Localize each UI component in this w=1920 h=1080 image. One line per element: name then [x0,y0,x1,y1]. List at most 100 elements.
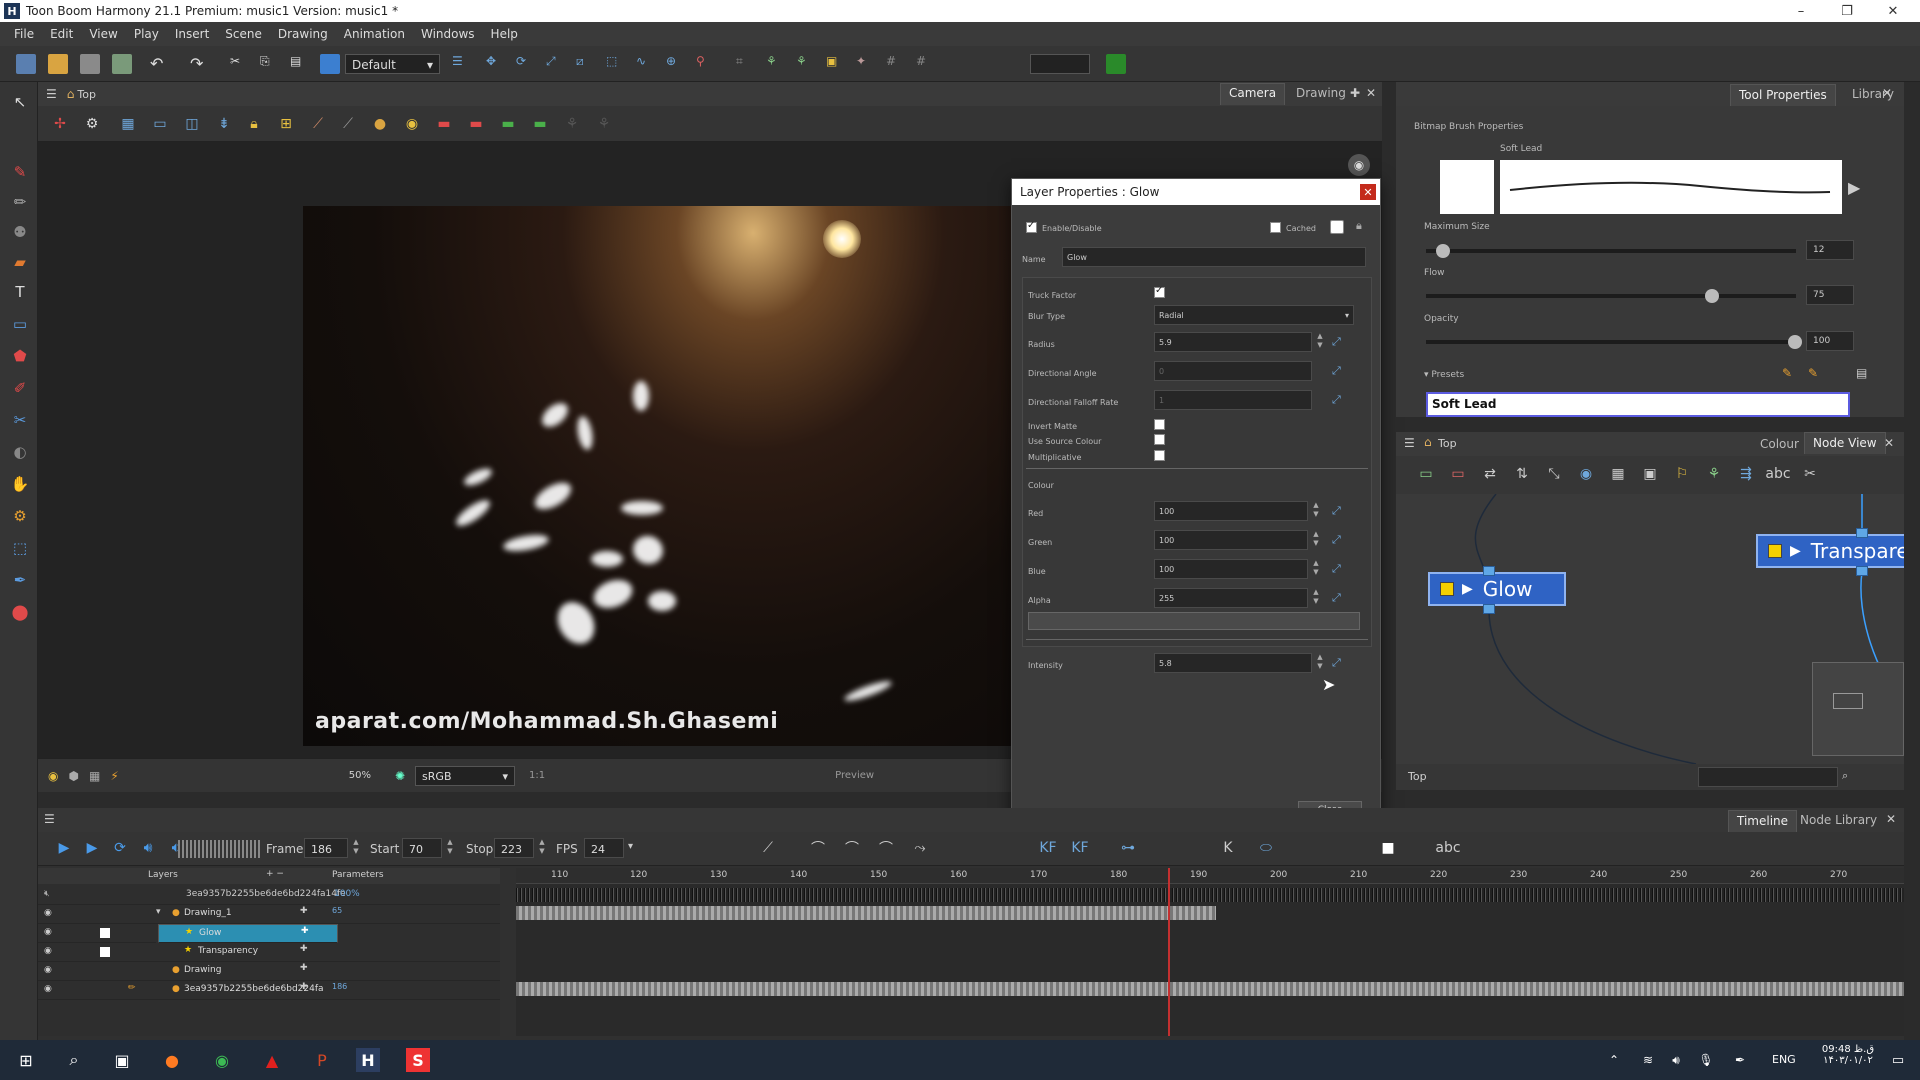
pivot-icon[interactable]: ⊕ [666,54,686,74]
red-field[interactable]: 100 [1154,501,1308,521]
line-tool-icon[interactable]: ⟋ [758,838,778,858]
chrome-icon[interactable]: ◉ [210,1048,234,1072]
name-field[interactable]: Glow [1062,247,1366,267]
disabled-tool-icon[interactable]: ⚘ [562,114,582,134]
opacity-slider[interactable] [1426,335,1802,349]
presets-toggle[interactable]: ▾ Presets [1424,370,1464,380]
pen-tool-icon[interactable]: ✒ [10,570,30,590]
intensity-spinner[interactable]: ▲ ▼ [1314,653,1326,673]
node-tool11-icon[interactable]: ⇶ [1736,464,1756,484]
blue-function-icon[interactable]: ⤢ [1332,562,1346,576]
panel-menu-icon[interactable]: ☰ [44,812,55,826]
stop-field[interactable]: 223 [494,838,534,858]
menu-scene[interactable]: Scene [217,27,270,41]
toolbar-dropdown[interactable] [1030,54,1090,74]
glow-input-port[interactable] [1483,566,1495,576]
node-tool9-icon[interactable]: ⚐ [1672,464,1692,484]
skew-icon[interactable]: ⧄ [576,54,596,74]
blue-spinner[interactable]: ▲ ▼ [1310,559,1322,579]
radius-field[interactable]: 5.9 [1154,332,1312,352]
anchor-icon[interactable]: ✦ [856,54,876,74]
clock[interactable]: 09:48 ق.ظ ۱۴۰۳/۰۱/۰۲ [1808,1044,1888,1066]
hierarchy-icon[interactable]: ⚘ [796,54,816,74]
smooth-tool-icon[interactable]: ◐ [10,442,30,462]
radius-spinner[interactable]: ▲ ▼ [1314,332,1326,352]
grid-icon[interactable]: # [886,54,906,74]
stop-motion-icon[interactable]: ⊶ [1118,838,1138,858]
layer-red-icon[interactable]: ▬ [434,114,454,134]
visibility-icon[interactable]: ◉ [44,965,52,975]
ruler-icon[interactable]: ⟋ [308,114,328,134]
visibility-icon[interactable]: ◉ [44,927,52,937]
close-panel-icon[interactable]: ✕ [1884,436,1894,450]
layer-row-controls[interactable]: ◉ [38,924,156,943]
harmony-taskbar-icon[interactable]: H [356,1048,380,1072]
remove-keyframe-icon[interactable]: KF [1070,838,1090,858]
text-tool-icon[interactable]: T [10,282,30,302]
restore-button[interactable]: ❐ [1824,0,1870,22]
lock-icon[interactable]: 🔒︎ [244,114,264,134]
glow-node[interactable]: ▶ Glow [1428,572,1566,606]
visibility-icon[interactable]: ◉ [44,946,52,956]
key-next-icon[interactable]: K [1218,838,1238,858]
menu-view[interactable]: View [81,27,125,41]
menu-help[interactable]: Help [483,27,526,41]
play-icon[interactable]: ▶ [54,838,74,858]
menu-windows[interactable]: Windows [413,27,483,41]
node-tool8-icon[interactable]: ▣ [1640,464,1660,484]
task-view-icon[interactable]: ▣ [110,1048,134,1072]
opacity-field[interactable]: 100 [1806,331,1854,351]
stop-spinner[interactable]: ▲ ▼ [536,838,548,858]
undo-icon[interactable]: ↶ [150,54,170,74]
intensity-field[interactable]: 5.8 [1154,653,1312,673]
transform-icon[interactable]: ✥ [486,54,506,74]
radius-function-icon[interactable]: ⤢ [1332,335,1346,349]
ease-icon[interactable]: ⌒ [808,838,828,858]
playhead[interactable] [1168,868,1170,1036]
copy-icon[interactable]: ⎘ [260,54,280,74]
microphone-icon[interactable]: 🎙︎ [1694,1048,1718,1072]
hand-tool-icon[interactable]: ✋ [10,474,30,494]
layer-green-icon[interactable]: ▬ [498,114,518,134]
frame-spinner[interactable]: ▲ ▼ [350,838,362,858]
preset-list-item[interactable]: Soft Lead [1426,392,1850,417]
grid-toggle-icon[interactable]: ▦ [118,114,138,134]
pin-icon[interactable]: ● [370,114,390,134]
black-square-icon[interactable]: ■ [1378,838,1398,858]
node-tool13-icon[interactable]: ✂ [1800,464,1820,484]
angle-function-icon[interactable]: ⤢ [1332,364,1346,378]
firefox-icon[interactable]: ● [160,1048,184,1072]
brush-icon[interactable] [320,54,340,74]
node-tool5-icon[interactable]: ⤡ [1544,464,1564,484]
tab-drawing[interactable]: Drawing [1288,83,1354,105]
colorspace-select[interactable]: sRGB ▾ [415,765,516,786]
pen-icon[interactable]: ✒ [1728,1048,1752,1072]
layer-row[interactable]: 🔇︎ 3ea9357b2255be6de6bd224fa14fe 100% [38,886,500,905]
brush-stroke-preview[interactable] [1500,160,1842,214]
deform-icon[interactable]: ⌗ [736,54,756,74]
panel-menu-icon[interactable]: ☰ [46,87,57,101]
expand-icon[interactable]: ▾ [156,907,161,917]
add-icon[interactable]: ✚ [300,963,308,973]
drawing1-track[interactable] [516,906,1216,920]
search-icon[interactable]: ⌕ [62,1048,86,1072]
guide-icon[interactable]: ⟋ [338,114,358,134]
rotate-icon[interactable]: ⟳ [516,54,536,74]
node-tool2-icon[interactable]: ▭ [1448,464,1468,484]
multiplicative-checkbox[interactable] [1154,450,1165,461]
transform-tool-icon[interactable]: ⚙ [10,506,30,526]
acrobat-icon[interactable]: ▲ [260,1048,284,1072]
language-indicator[interactable]: ENG [1772,1053,1796,1066]
menu-edit[interactable]: Edit [42,27,81,41]
max-size-field[interactable]: 12 [1806,240,1854,260]
max-size-slider[interactable] [1426,244,1796,258]
transparency-output-port[interactable] [1856,566,1868,576]
shape-tool-icon[interactable]: ▭ [10,314,30,334]
preset-menu-icon[interactable]: ▤ [1856,366,1867,380]
light-table-icon[interactable]: ⇟ [214,114,234,134]
view-eye-icon[interactable]: ◉ [1348,154,1370,176]
maximize-icon[interactable]: ⬚ [606,54,626,74]
paste-icon[interactable]: ▤ [290,54,310,74]
eraser-tool-icon[interactable]: ▰ [10,252,30,272]
layer-row[interactable]: ◉ ★ Transparency ✚ [38,943,500,962]
